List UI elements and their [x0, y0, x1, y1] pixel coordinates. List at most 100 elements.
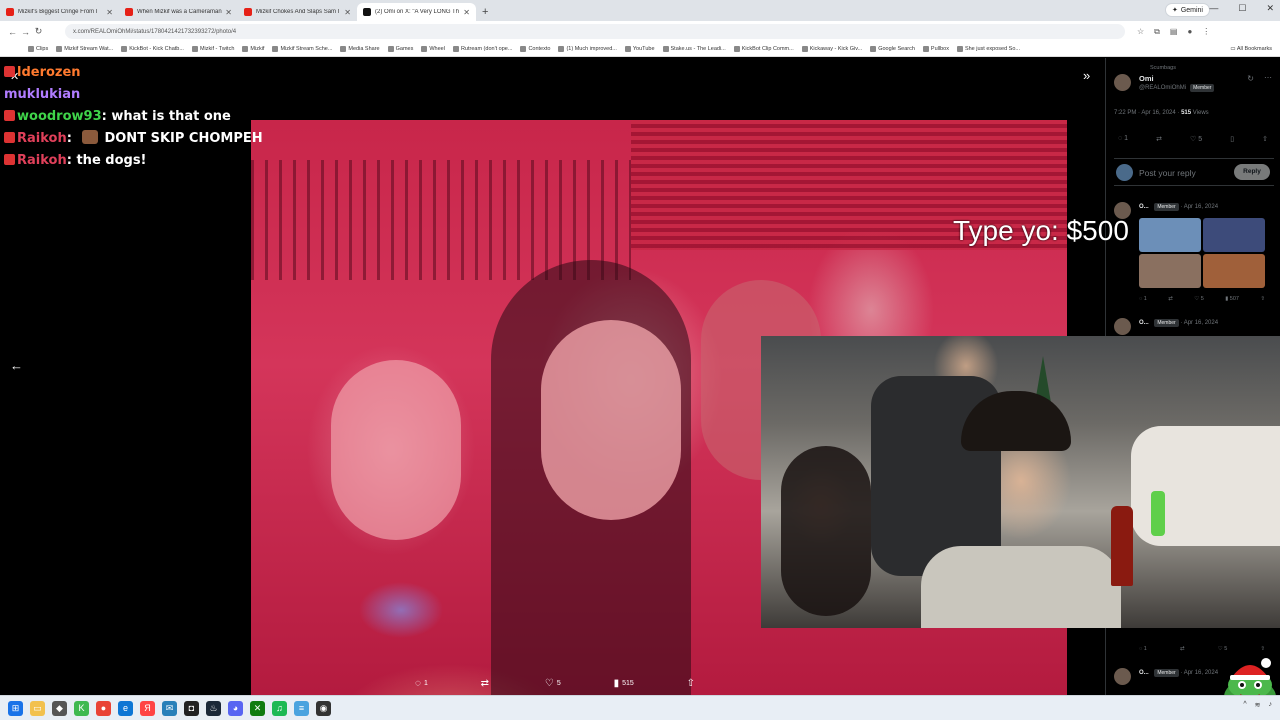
- edge-icon[interactable]: e: [118, 700, 133, 716]
- bookmark-item[interactable]: (1) Much improved...: [558, 46, 617, 52]
- chevron-up-icon[interactable]: ^: [1243, 701, 1246, 709]
- volume-icon[interactable]: ♪: [1269, 701, 1273, 709]
- forward-icon[interactable]: →: [19, 27, 32, 37]
- bookmark-item[interactable]: Games: [387, 46, 413, 52]
- bookmark-item[interactable]: Stake.us - The Leadi...: [662, 46, 726, 52]
- bookmark-item[interactable]: KickBot Clip Comm...: [733, 46, 794, 52]
- bookmark-item[interactable]: Mizkif - Twitch: [191, 46, 234, 52]
- like-button[interactable]: ♡ 5: [1194, 296, 1204, 302]
- reply-button[interactable]: ◌ 1: [1118, 135, 1128, 143]
- close-window-icon[interactable]: ✕: [1266, 3, 1274, 14]
- reply-action[interactable]: ◌ 1: [415, 678, 428, 689]
- author-handle[interactable]: @REALOmiOhMi Member: [1139, 84, 1215, 92]
- close-icon[interactable]: ✕: [463, 8, 470, 17]
- reply-media-grid[interactable]: [1139, 218, 1265, 288]
- bookmark-item[interactable]: Kickaway - Kick Giv...: [801, 46, 862, 52]
- bookmark-item[interactable]: Contexto: [520, 46, 550, 52]
- sidepanel-icon[interactable]: ▤: [1170, 27, 1178, 37]
- author-name[interactable]: Omi: [1139, 74, 1154, 83]
- wifi-icon[interactable]: ≋: [1255, 701, 1261, 709]
- yandex-icon[interactable]: Я: [140, 700, 155, 716]
- reply-input[interactable]: Post your reply: [1139, 168, 1196, 178]
- gemini-button[interactable]: ✦ Gemini: [1164, 3, 1210, 17]
- reply-author[interactable]: O...: [1139, 320, 1149, 326]
- reply-media[interactable]: [1139, 254, 1201, 288]
- bookmark-item[interactable]: Mizkif Stream Sche...: [272, 46, 332, 52]
- chat-badge-icon: [4, 132, 15, 143]
- kick-icon[interactable]: K: [74, 700, 89, 716]
- bookmark-item[interactable]: Google Search: [870, 46, 915, 52]
- all-bookmarks[interactable]: ▭ All Bookmarks: [1230, 46, 1272, 52]
- share-icon[interactable]: ⇧: [1262, 135, 1268, 143]
- spotify-icon[interactable]: ♫: [272, 700, 287, 716]
- minimize-icon[interactable]: —: [1209, 3, 1218, 14]
- grok-icon[interactable]: ↻: [1247, 74, 1254, 83]
- retweet-icon[interactable]: ⇄: [1180, 646, 1185, 652]
- retweet-action[interactable]: ⇄: [481, 678, 492, 689]
- reply-media[interactable]: [1203, 254, 1265, 288]
- reply-media[interactable]: [1139, 218, 1201, 252]
- folder-icon[interactable]: ▭: [30, 700, 45, 716]
- like-action[interactable]: ♡ 5: [545, 678, 561, 689]
- bookmark-item[interactable]: Mizkif Stream Wat...: [56, 46, 113, 52]
- share-action[interactable]: ⇧: [687, 678, 695, 689]
- back-icon[interactable]: ←: [6, 27, 19, 37]
- previous-photo-icon[interactable]: ←: [10, 358, 23, 373]
- notepad-icon[interactable]: ≡: [294, 700, 309, 716]
- reply-author[interactable]: O...: [1139, 670, 1149, 676]
- retweet-icon[interactable]: ⇄: [1168, 296, 1173, 302]
- close-icon[interactable]: ✕: [225, 8, 232, 17]
- reply-author[interactable]: O...: [1139, 204, 1149, 210]
- bookmark-item[interactable]: Wheel: [421, 46, 445, 52]
- retweet-icon[interactable]: ⇄: [1156, 135, 1162, 143]
- browser-tab[interactable]: When Mizkif was a Cameraman ✕: [119, 3, 238, 21]
- mail-icon[interactable]: ✉: [162, 700, 177, 716]
- share-icon[interactable]: ⇧: [1260, 646, 1265, 652]
- bookmark-item[interactable]: YouTube: [624, 46, 655, 52]
- like-button[interactable]: ♡ 5: [1190, 135, 1202, 143]
- menu-icon[interactable]: ⋮: [1202, 27, 1210, 37]
- start-icon[interactable]: ⊞: [8, 700, 23, 716]
- bookmark-item[interactable]: Mizkif: [242, 46, 264, 52]
- new-tab-button[interactable]: +: [482, 6, 488, 18]
- bookmark-item[interactable]: Rutream (don't ope...: [452, 46, 512, 52]
- bookmark-item[interactable]: Pullbox: [922, 46, 949, 52]
- discord-icon[interactable]: ◕: [228, 700, 243, 716]
- xbox-icon[interactable]: ✕: [250, 700, 265, 716]
- more-icon[interactable]: ⋯: [1264, 73, 1272, 82]
- views-button[interactable]: ▮ 507: [1225, 296, 1239, 302]
- bookmark-item[interactable]: Media Share: [340, 46, 380, 52]
- reply-media[interactable]: [1203, 218, 1265, 252]
- reload-icon[interactable]: ↻: [32, 26, 45, 37]
- share-icon[interactable]: ⇧: [1260, 296, 1265, 302]
- reply-button[interactable]: ◌ 1: [1139, 296, 1147, 302]
- close-icon[interactable]: ✕: [344, 8, 351, 17]
- epic-icon[interactable]: ◘: [184, 700, 199, 716]
- widgets-icon[interactable]: ◆: [52, 700, 67, 716]
- steam-icon[interactable]: ♨: [206, 700, 221, 716]
- browser-tab[interactable]: Mizkif's Biggest Cringe From I ✕: [0, 3, 119, 21]
- bookmark-item[interactable]: Clips: [28, 46, 48, 52]
- address-bar[interactable]: x.com/REALOmiOhMi/status/178042142173239…: [65, 24, 1125, 39]
- profile-icon[interactable]: ●: [1187, 27, 1192, 37]
- bookmark-item[interactable]: She just exposed So...: [956, 46, 1020, 52]
- star-icon[interactable]: ☆: [1137, 27, 1144, 37]
- bookmark-icon[interactable]: ▯: [1230, 135, 1234, 143]
- like-count: 5: [1224, 646, 1228, 652]
- avatar[interactable]: [1114, 318, 1131, 335]
- close-icon[interactable]: ✕: [106, 8, 113, 17]
- bookmark-item[interactable]: KickBot - Kick Chatb...: [121, 46, 184, 52]
- browser-tab-active[interactable]: (2) Omi on X: "A Very LONG Th ✕: [357, 3, 476, 21]
- browser-tab[interactable]: Mizkif Chokes And Slaps Sam I ✕: [238, 3, 357, 21]
- reply-submit-button[interactable]: Reply: [1234, 164, 1270, 180]
- like-button[interactable]: ♡ 5: [1218, 646, 1228, 652]
- reply-button[interactable]: ◌ 1: [1139, 646, 1147, 652]
- obs-icon[interactable]: ◉: [316, 700, 331, 716]
- avatar[interactable]: [1114, 668, 1131, 685]
- extensions-icon[interactable]: ⧉: [1154, 27, 1160, 37]
- chrome-icon[interactable]: ●: [96, 700, 111, 716]
- views-action[interactable]: ▮ 515: [614, 678, 634, 689]
- collapse-sidebar-icon[interactable]: »: [1083, 68, 1090, 83]
- avatar[interactable]: [1114, 74, 1131, 91]
- maximize-icon[interactable]: ☐: [1238, 3, 1246, 14]
